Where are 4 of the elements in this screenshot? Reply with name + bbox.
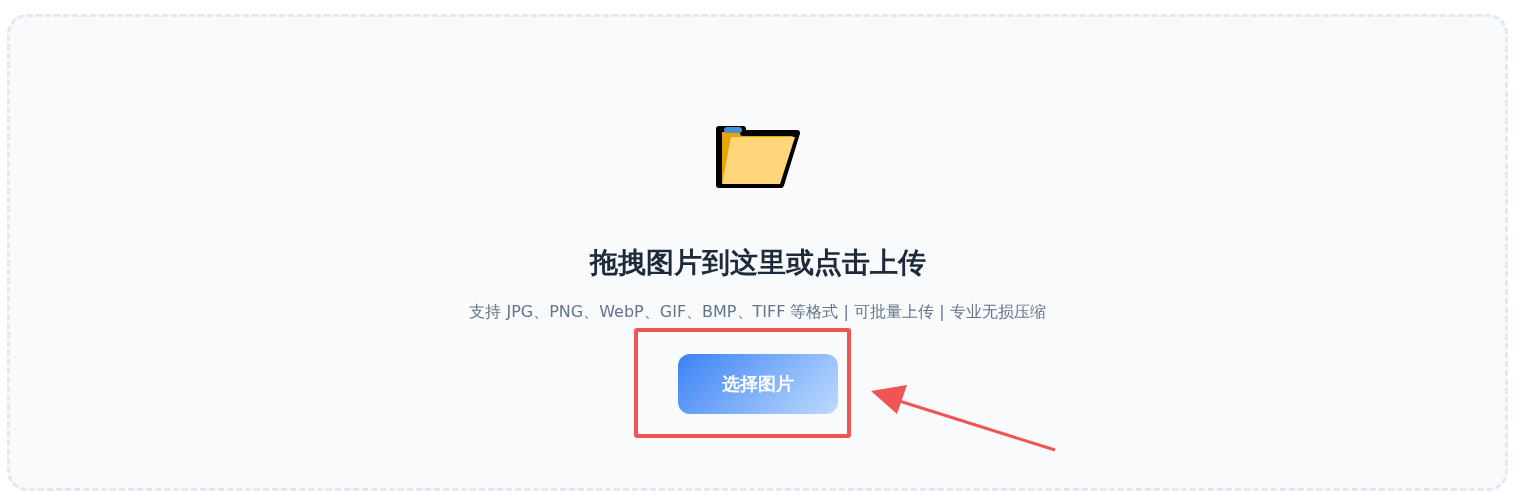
folder-icon <box>714 125 801 189</box>
upload-dropzone[interactable]: 拖拽图片到这里或点击上传 支持 JPG、PNG、WebP、GIF、BMP、TIFF 等格式 | 可批量上传 | 专业无损压缩 选择图片 <box>7 14 1508 491</box>
upload-title: 拖拽图片到这里或点击上传 <box>589 245 926 281</box>
format-hint: 支持 JPG、PNG、WebP、GIF、BMP、TIFF 等格式 | 可批量上传 | 专业无损压缩 <box>469 301 1046 323</box>
